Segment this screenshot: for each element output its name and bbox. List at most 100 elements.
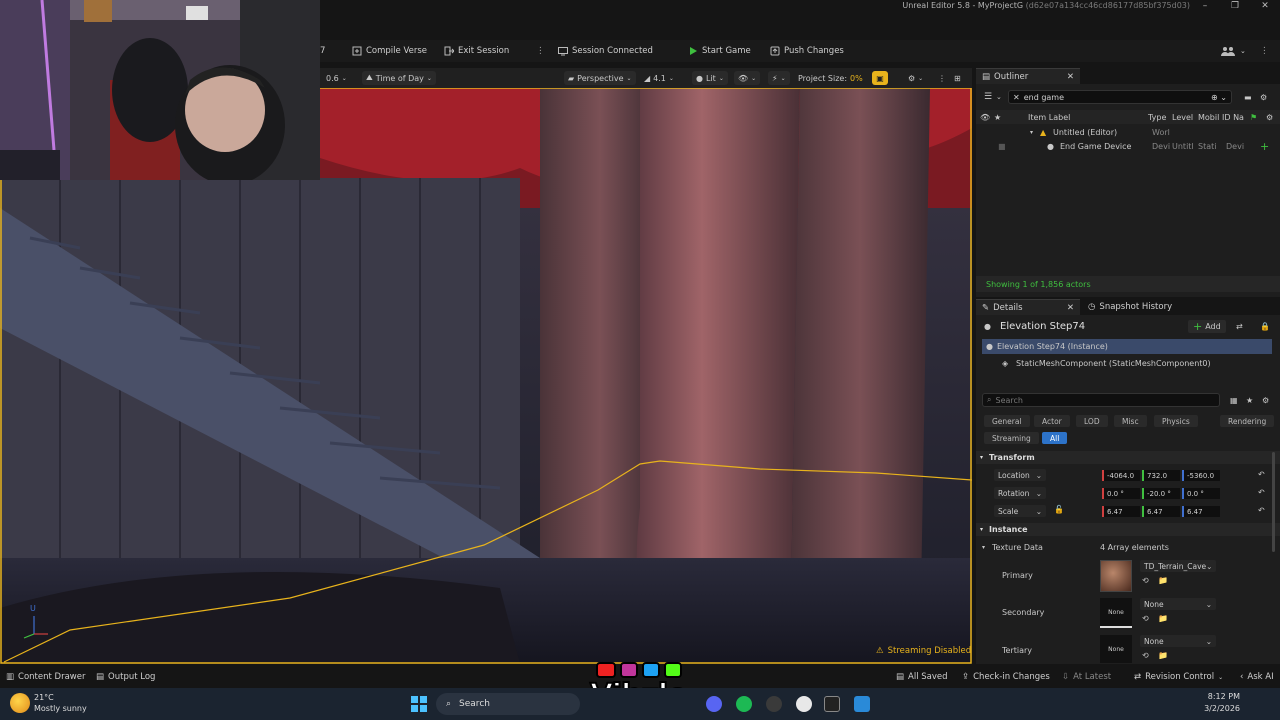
- category-actor[interactable]: Actor: [1034, 415, 1070, 427]
- location-y[interactable]: 732.0: [1142, 470, 1180, 481]
- actor-name[interactable]: Elevation Step74: [1000, 321, 1085, 332]
- column-type[interactable]: Type: [1148, 113, 1166, 122]
- open-folder-icon[interactable]: 📁: [1158, 576, 1168, 585]
- tertiary-texture-thumbnail[interactable]: None: [1100, 635, 1132, 663]
- unreal-icon[interactable]: [796, 696, 812, 712]
- secondary-texture-dropdown[interactable]: None ⌄: [1140, 598, 1216, 610]
- ask-ai-button[interactable]: ‹ Ask AI: [1240, 670, 1274, 684]
- weather-icon[interactable]: [10, 693, 30, 713]
- windows-start-icon[interactable]: [411, 696, 427, 712]
- column-item-label[interactable]: Item Label: [1028, 113, 1070, 122]
- grid-view-icon[interactable]: ▦: [1230, 396, 1238, 405]
- maximize-button[interactable]: ❐: [1220, 0, 1250, 14]
- blueprint-icon[interactable]: ⇄: [1236, 322, 1243, 331]
- column-settings-icon[interactable]: ⚙: [1266, 113, 1273, 122]
- exit-session-button[interactable]: Exit Session: [444, 43, 509, 59]
- discord-icon[interactable]: [706, 696, 722, 712]
- rotation-dropdown[interactable]: Rotation ⌄: [994, 487, 1046, 499]
- add-component-button[interactable]: + Add: [1188, 319, 1226, 333]
- revision-control-button[interactable]: ⇄ Revision Control ⌄: [1134, 670, 1223, 684]
- taskbar-search[interactable]: ⌕ Search: [436, 693, 580, 715]
- push-changes-button[interactable]: Push Changes: [770, 43, 844, 59]
- tertiary-texture-dropdown[interactable]: None ⌄: [1140, 635, 1216, 647]
- scale-lock-icon[interactable]: 🔓: [1054, 505, 1064, 514]
- category-all[interactable]: All: [1042, 432, 1068, 444]
- viewport-more-icon[interactable]: ⋮: [934, 71, 950, 85]
- close-window-button[interactable]: ✕: [1250, 0, 1280, 14]
- clock-date[interactable]: 3/2/2026: [1196, 704, 1240, 713]
- primary-texture-dropdown[interactable]: TD_Terrain_Cave ⌄: [1140, 560, 1216, 572]
- category-streaming[interactable]: Streaming: [984, 432, 1039, 444]
- clear-search-icon[interactable]: ✕: [1013, 93, 1020, 102]
- star-icon[interactable]: ★: [1246, 396, 1253, 405]
- toolbar-overflow-icon[interactable]: 7: [320, 43, 325, 59]
- column-level[interactable]: Level: [1172, 113, 1193, 122]
- scale-dropdown[interactable]: Scale ⌄: [994, 505, 1046, 517]
- component-row[interactable]: ◈ StaticMeshComponent (StaticMeshCompone…: [976, 356, 1280, 370]
- scale-z[interactable]: 6.47: [1182, 506, 1220, 517]
- browse-icon[interactable]: ⟲: [1142, 614, 1149, 623]
- filter-dropdown-icon[interactable]: ⌄: [996, 93, 1002, 101]
- more-options-icon[interactable]: ⋮: [536, 43, 545, 59]
- spotify-icon[interactable]: [736, 696, 752, 712]
- close-outliner-icon[interactable]: ✕: [1067, 72, 1074, 82]
- outliner-settings-icon[interactable]: ⚙: [1260, 93, 1267, 102]
- column-mobility[interactable]: Mobil: [1198, 113, 1219, 122]
- minimize-button[interactable]: –: [1190, 0, 1220, 14]
- secondary-texture-thumbnail[interactable]: None: [1100, 598, 1132, 628]
- column-id-name[interactable]: ID Na: [1222, 113, 1244, 122]
- details-settings-icon[interactable]: ⚙: [1262, 396, 1269, 405]
- layout-grid-icon[interactable]: ⊞: [950, 71, 965, 85]
- category-lod[interactable]: LOD: [1076, 415, 1108, 427]
- location-z[interactable]: -5360.0: [1182, 470, 1220, 481]
- expand-icon[interactable]: ▾: [1030, 129, 1033, 136]
- fov-dropdown[interactable]: ◢ 4.1 ⌄: [640, 71, 678, 85]
- tab-outliner[interactable]: ▤ Outliner ✕: [976, 68, 1080, 84]
- gear-icon[interactable]: ⚙ ⌄: [904, 71, 927, 85]
- browse-icon[interactable]: ⟲: [1142, 576, 1149, 585]
- chrome-icon[interactable]: [766, 696, 782, 712]
- session-connected-button[interactable]: Session Connected: [558, 43, 653, 59]
- add-filter-icon[interactable]: ⊕ ⌄: [1211, 93, 1227, 102]
- expand-icon[interactable]: ▾: [982, 544, 985, 551]
- category-general[interactable]: General: [984, 415, 1030, 427]
- at-latest-button[interactable]: ⇩ At Latest: [1062, 670, 1111, 684]
- snap-toggle-icon[interactable]: ▣: [872, 71, 888, 85]
- snap-dropdown[interactable]: 0.6 ⌄: [322, 71, 351, 85]
- file-explorer-icon[interactable]: [854, 696, 870, 712]
- table-row[interactable]: ▾ ▲ Untitled (Editor) Worl: [976, 126, 1280, 139]
- toolbar-more-icon[interactable]: ⋮: [1260, 43, 1269, 59]
- clock-time[interactable]: 8:12 PM: [1206, 692, 1240, 701]
- filter-icon[interactable]: ☰: [984, 92, 992, 102]
- epic-games-icon[interactable]: [824, 696, 840, 712]
- instance-row[interactable]: ● Elevation Step74 (Instance): [982, 339, 1272, 354]
- location-x[interactable]: -4064.0: [1102, 470, 1140, 481]
- category-rendering[interactable]: Rendering: [1220, 415, 1275, 427]
- output-log-button[interactable]: ▤ Output Log: [96, 670, 155, 684]
- scale-x[interactable]: 6.47: [1102, 506, 1140, 517]
- lock-icon[interactable]: 🔒: [1260, 322, 1270, 331]
- rotation-z[interactable]: 0.0 °: [1182, 488, 1220, 499]
- tab-snapshot-history[interactable]: ◷ Snapshot History: [1082, 299, 1178, 315]
- reset-scale-icon[interactable]: ↶: [1258, 506, 1265, 515]
- content-drawer-button[interactable]: ▥ Content Drawer: [6, 670, 85, 684]
- browse-icon[interactable]: ⟲: [1142, 651, 1149, 660]
- lit-dropdown[interactable]: ● Lit ⌄: [692, 71, 728, 85]
- table-row[interactable]: ■ ● End Game Device Devi Untitl Stati De…: [976, 140, 1280, 153]
- favorite-column-icon[interactable]: ★: [994, 113, 1001, 122]
- rotation-y[interactable]: -20.0 °: [1142, 488, 1180, 499]
- open-folder-icon[interactable]: 📁: [1158, 651, 1168, 660]
- category-physics[interactable]: Physics: [1154, 415, 1198, 427]
- show-flags-dropdown[interactable]: 👁 ⌄: [734, 71, 761, 85]
- perspective-dropdown[interactable]: ▰ Perspective ⌄: [564, 71, 636, 85]
- start-game-button[interactable]: Start Game: [688, 43, 751, 59]
- settings-dropdown[interactable]: ⚡ ⌄: [768, 71, 790, 85]
- details-scrollbar[interactable]: [1272, 452, 1275, 552]
- weather-text[interactable]: Mostly sunny: [34, 704, 87, 713]
- visibility-column-icon[interactable]: 👁: [980, 113, 990, 122]
- open-folder-icon[interactable]: 📁: [1158, 614, 1168, 623]
- tab-details[interactable]: ✎ Details ✕: [976, 299, 1080, 315]
- compile-verse-button[interactable]: Compile Verse: [352, 43, 427, 59]
- scale-y[interactable]: 6.47: [1142, 506, 1180, 517]
- outliner-search-input[interactable]: ✕ end game ⊕ ⌄: [1008, 90, 1232, 104]
